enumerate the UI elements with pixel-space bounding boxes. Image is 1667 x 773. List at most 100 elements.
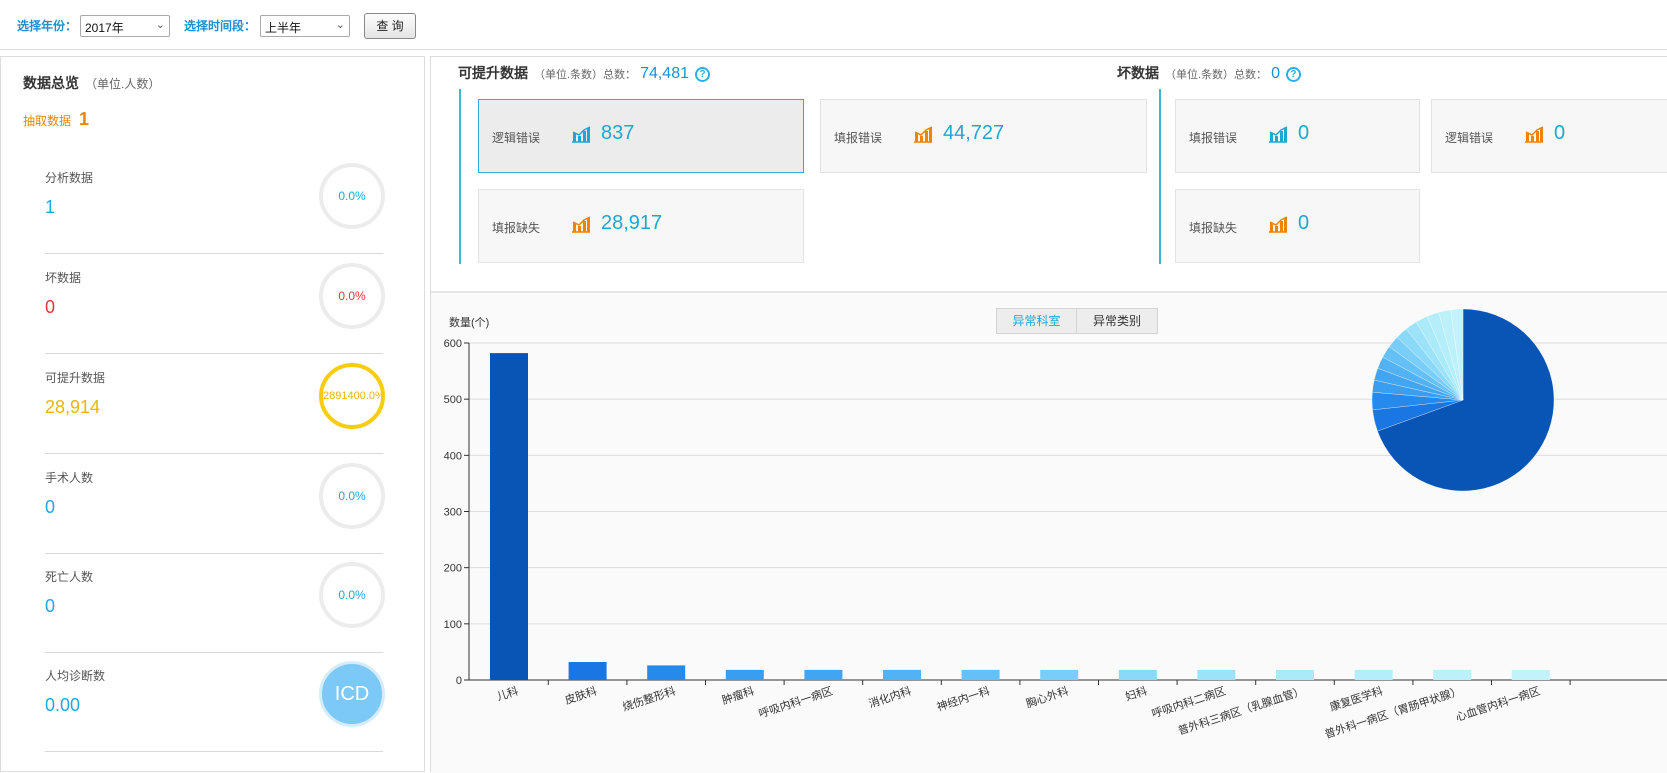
stat-bad: 坏数据 0 0.0% <box>45 255 385 354</box>
bar <box>725 669 764 680</box>
card-label: 填报错误 <box>834 131 883 145</box>
stat-analysis: 分析数据 1 0.0% <box>45 155 385 254</box>
percent-ring: 0.0% <box>319 163 385 229</box>
bad-total: 0 <box>1271 65 1280 82</box>
bar <box>1276 669 1314 680</box>
bar <box>1118 669 1157 680</box>
bar <box>883 669 921 680</box>
x-tick-label: 消化内科 <box>867 684 913 711</box>
help-icon[interactable]: ? <box>695 67 710 82</box>
x-tick-label: 康复医学科 <box>1328 684 1385 714</box>
card-value: 837 <box>601 122 635 144</box>
bar <box>1040 669 1079 680</box>
department-chart: 数量(个) 0 100 200 300 400 500 600 儿科 皮肤科 烧伤整形科 肿瘤科 呼吸内… <box>444 308 1667 741</box>
icd-badge: ICD <box>319 661 385 727</box>
improvable-total: 74,481 <box>640 65 689 82</box>
improvable-title: 可提升数据 （单位.条数）总数： 74,481? <box>458 63 710 83</box>
y-axis-label: 数量(个) <box>449 316 489 329</box>
stat-label: 人均诊断数 <box>45 669 106 683</box>
stat-label: 可提升数据 <box>45 371 106 385</box>
y-tick-label: 100 <box>444 619 462 631</box>
tab-abnormal-category[interactable]: 异常类别 <box>1077 309 1157 333</box>
bad-title: 坏数据 （单位.条数）总数： 0? <box>1117 63 1301 83</box>
bar <box>1433 669 1472 680</box>
stat-diagnosis: 人均诊断数 0.00 ICD <box>45 653 385 752</box>
x-tick-label: 烧伤整形科 <box>620 684 677 714</box>
bar <box>1511 669 1550 680</box>
stat-label: 手术人数 <box>45 471 94 485</box>
x-tick-label: 胸心外科 <box>1024 684 1070 711</box>
tab-abnormal-department[interactable]: 异常科室 <box>997 309 1077 333</box>
extract-data: 抽取数据 1 <box>23 109 89 130</box>
bar <box>647 665 686 680</box>
filter-bar: 选择年份： 2017年 ⌄ 选择时间段： 上半年 ⌄ 查 询 <box>0 0 1667 50</box>
stat-label: 坏数据 <box>45 271 82 285</box>
stat-death: 死亡人数 0 0.0% <box>45 554 385 653</box>
overview-unit: （单位.人数） <box>85 77 161 91</box>
x-tick-label: 肿瘤科 <box>720 684 756 708</box>
period-select-value: 上半年 <box>265 21 302 35</box>
improvable-unit: （单位.条数）总数： <box>534 69 637 81</box>
bad-unit: （单位.条数）总数： <box>1165 69 1268 81</box>
card-label: 逻辑错误 <box>1445 131 1494 145</box>
card-bad-fill-missing[interactable]: 填报缺失 0 <box>1175 189 1420 263</box>
overview-panel: 数据总览 （单位.人数） 抽取数据 1 分析数据 1 0.0% 坏数据 0 0.0%… <box>0 56 425 772</box>
y-tick-label: 300 <box>444 507 462 519</box>
overview-title-text: 数据总览 <box>23 75 79 91</box>
x-tick-label: 呼吸内科一病区 <box>757 684 835 721</box>
query-button[interactable]: 查 询 <box>364 13 416 39</box>
x-tick-label: 神经内一科 <box>935 684 992 714</box>
extract-label: 抽取数据 <box>23 114 72 128</box>
percent-ring: 0.0% <box>319 263 385 329</box>
bar-chart-icon <box>1269 216 1288 233</box>
y-tick-label: 0 <box>456 675 462 687</box>
bar-chart-icon <box>572 126 591 143</box>
bar-chart-icon <box>914 126 933 143</box>
card-value: 0 <box>1298 122 1310 144</box>
card-value: 0 <box>1554 122 1566 144</box>
detail-panel: 可提升数据 （单位.条数）总数： 74,481? 坏数据 （单位.条数）总数： 0? 逻… <box>430 56 1667 773</box>
card-fill-error[interactable]: 填报错误 44,727 <box>820 99 1147 173</box>
bar-chart-icon <box>572 216 591 233</box>
x-tick-label: 妇科 <box>1123 684 1148 704</box>
overview-title: 数据总览 （单位.人数） <box>23 73 160 93</box>
stat-value: 0 <box>45 297 56 317</box>
bar <box>568 662 607 680</box>
divider <box>459 89 461 264</box>
stat-label: 死亡人数 <box>45 570 94 584</box>
card-value: 0 <box>1298 212 1310 234</box>
card-logic-error[interactable]: 逻辑错误 837 <box>478 99 804 173</box>
card-bad-fill-error[interactable]: 填报错误 0 <box>1175 99 1420 173</box>
stat-value: 0.00 <box>45 695 81 715</box>
stat-value: 0 <box>45 596 56 616</box>
year-select-value: 2017年 <box>85 21 124 35</box>
bar <box>490 353 528 680</box>
percent-ring: 2891400.0% <box>319 363 385 429</box>
card-label: 填报缺失 <box>1189 221 1238 235</box>
card-value: 44,727 <box>943 122 1005 144</box>
bar <box>961 669 1000 680</box>
help-icon[interactable]: ? <box>1285 67 1301 82</box>
stat-value: 0 <box>45 497 56 517</box>
card-value: 28,917 <box>601 212 663 234</box>
extract-value: 1 <box>79 109 90 129</box>
year-label: 选择年份： <box>17 19 78 33</box>
chevron-down-icon: ⌄ <box>155 19 165 31</box>
card-fill-missing[interactable]: 填报缺失 28,917 <box>478 189 804 263</box>
x-tick-label: 心血管内科一病区 <box>1454 684 1542 725</box>
y-tick-label: 500 <box>444 394 462 406</box>
percent-ring: 0.0% <box>319 562 385 628</box>
chart-tabs: 异常科室 异常类别 <box>996 308 1158 334</box>
x-tick-label: 儿科 <box>495 684 520 704</box>
stat-improvable: 可提升数据 28,914 2891400.0% <box>45 355 385 454</box>
y-tick-label: 200 <box>444 563 462 575</box>
stat-value: 28,914 <box>45 397 101 417</box>
bar <box>1354 669 1393 680</box>
year-select[interactable]: 2017年 ⌄ <box>80 15 170 37</box>
bad-title-text: 坏数据 <box>1117 65 1159 81</box>
period-select[interactable]: 上半年 ⌄ <box>260 15 350 37</box>
period-label: 选择时间段： <box>184 19 257 33</box>
chart-area: 数量(个) 0 100 200 300 400 500 600 儿科 皮肤科 烧伤整形科 肿瘤科 呼吸内… <box>431 293 1667 773</box>
card-label: 逻辑错误 <box>492 131 541 145</box>
card-bad-logic-error[interactable]: 逻辑错误 0 <box>1431 99 1667 173</box>
